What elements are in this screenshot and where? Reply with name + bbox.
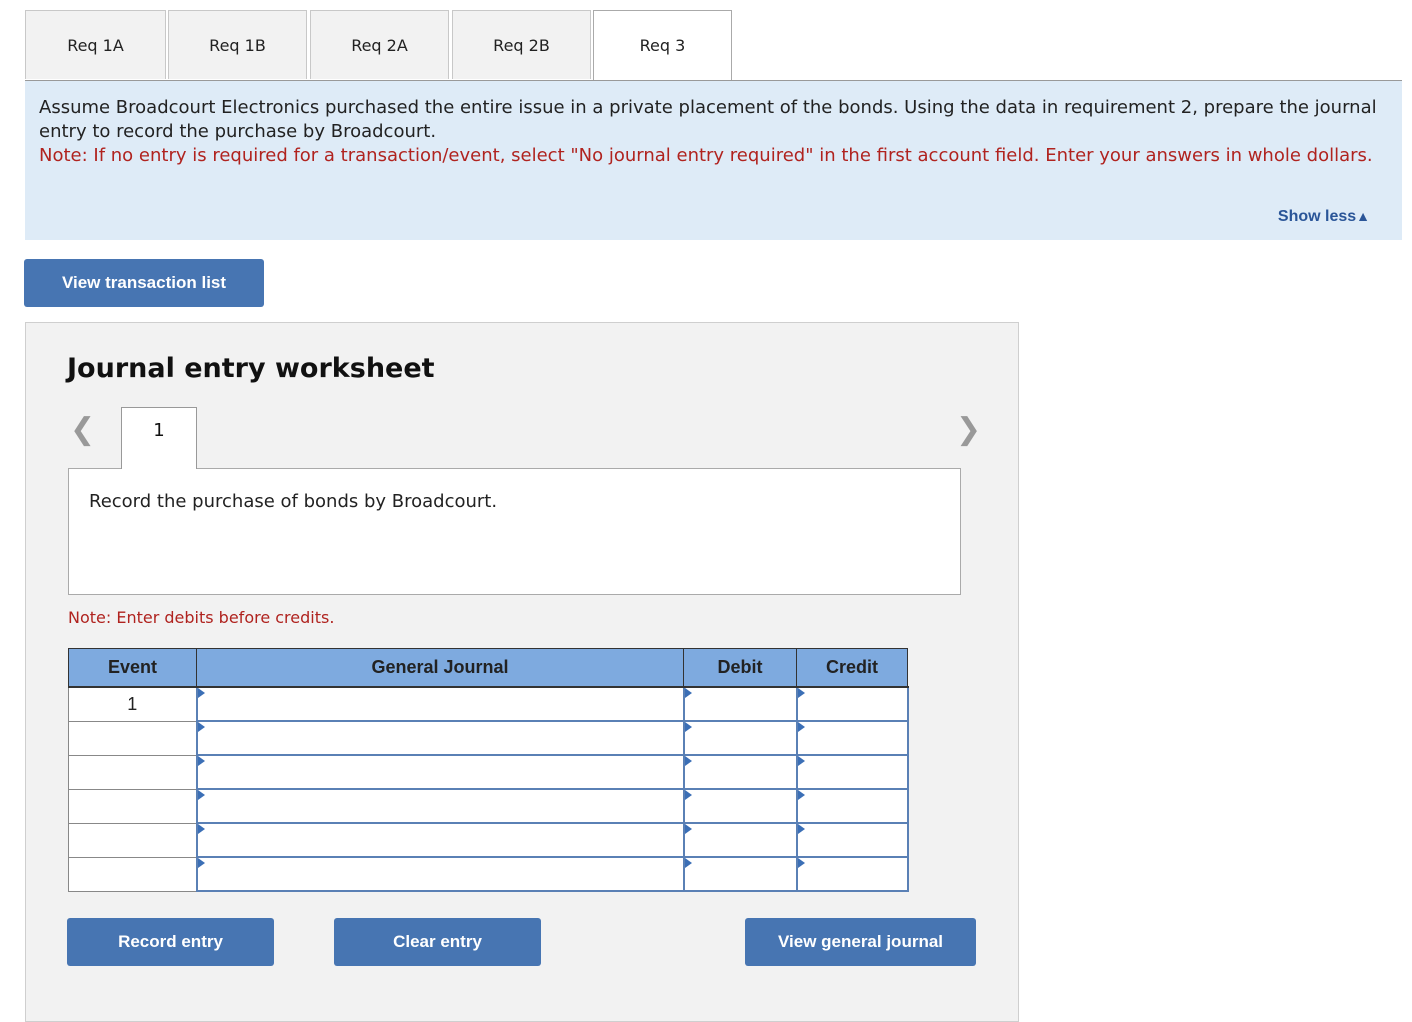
table-row: 1: [68, 686, 909, 722]
instructions-note: Note: If no entry is required for a tran…: [39, 145, 1373, 166]
record-entry-button[interactable]: Record entry: [67, 918, 274, 966]
table-header: Event General Journal Debit Credit: [68, 648, 908, 688]
entry-description: Record the purchase of bonds by Broadcou…: [68, 468, 961, 595]
credit-input[interactable]: [797, 790, 907, 822]
debit-cell: [682, 754, 798, 790]
debit-cell: [682, 686, 798, 722]
instructions-text: Assume Broadcourt Electronics purchased …: [39, 97, 1377, 142]
debit-input[interactable]: [684, 790, 796, 822]
event-cell: [68, 822, 197, 858]
debit-input[interactable]: [684, 824, 796, 856]
credit-cell: [795, 856, 909, 892]
table-row: [68, 754, 909, 790]
column-header-general-journal: General Journal: [196, 648, 684, 688]
chevron-left-icon[interactable]: ❮: [70, 415, 95, 445]
debits-note: Note: Enter debits before credits.: [68, 608, 335, 627]
tab-req-2b[interactable]: Req 2B: [452, 10, 591, 79]
credit-cell: [795, 788, 909, 824]
instructions-panel: Assume Broadcourt Electronics purchased …: [25, 81, 1402, 240]
table-row: [68, 856, 909, 892]
account-cell: [195, 822, 685, 858]
show-less-label: Show less: [1277, 208, 1357, 225]
account-input[interactable]: [197, 824, 683, 856]
debit-input[interactable]: [684, 858, 796, 890]
table-row: [68, 788, 909, 824]
credit-cell: [795, 754, 909, 790]
credit-input[interactable]: [797, 858, 907, 890]
view-transaction-list-button[interactable]: View transaction list: [24, 259, 264, 307]
entry-tab-1[interactable]: 1: [121, 407, 197, 469]
debit-input[interactable]: [684, 688, 796, 720]
chevron-right-icon[interactable]: ❯: [956, 415, 981, 445]
account-input[interactable]: [197, 790, 683, 822]
account-input[interactable]: [197, 858, 683, 890]
tab-req-1a[interactable]: Req 1A: [25, 10, 166, 79]
credit-input[interactable]: [797, 722, 907, 754]
tab-req-3[interactable]: Req 3: [593, 10, 732, 81]
event-cell: [68, 754, 197, 790]
account-cell: [195, 720, 685, 756]
tab-req-1b[interactable]: Req 1B: [168, 10, 307, 79]
account-cell: [195, 686, 685, 722]
debit-cell: [682, 788, 798, 824]
account-cell: [195, 788, 685, 824]
show-less-link[interactable]: Show less▲: [1278, 208, 1370, 226]
debit-cell: [682, 822, 798, 858]
account-input[interactable]: [197, 722, 683, 754]
debit-input[interactable]: [684, 756, 796, 788]
clear-entry-button[interactable]: Clear entry: [334, 918, 541, 966]
event-cell: [68, 720, 197, 756]
credit-cell: [795, 822, 909, 858]
triangle-up-icon: ▲: [1356, 208, 1370, 224]
credit-input[interactable]: [797, 756, 907, 788]
account-input[interactable]: [197, 756, 683, 788]
credit-cell: [795, 720, 909, 756]
credit-cell: [795, 686, 909, 722]
journal-table: Event General Journal Debit Credit 1: [68, 648, 909, 892]
table-row: [68, 720, 909, 756]
column-header-event: Event: [68, 648, 197, 688]
worksheet-title: Journal entry worksheet: [67, 353, 435, 384]
event-cell: [68, 856, 197, 892]
event-cell: [68, 788, 197, 824]
tab-req-2a[interactable]: Req 2A: [310, 10, 449, 79]
account-cell: [195, 754, 685, 790]
table-row: [68, 822, 909, 858]
event-cell: 1: [68, 686, 197, 722]
debit-cell: [682, 720, 798, 756]
journal-entry-worksheet: Journal entry worksheet ❮ ❯ 1 Record the…: [25, 322, 1019, 1022]
credit-input[interactable]: [797, 824, 907, 856]
entry-description-text: Record the purchase of bonds by Broadcou…: [89, 491, 498, 512]
column-header-debit: Debit: [683, 648, 797, 688]
debit-cell: [682, 856, 798, 892]
credit-input[interactable]: [797, 688, 907, 720]
account-cell: [195, 856, 685, 892]
view-general-journal-button[interactable]: View general journal: [745, 918, 976, 966]
debit-input[interactable]: [684, 722, 796, 754]
column-header-credit: Credit: [796, 648, 908, 688]
account-input[interactable]: [197, 688, 683, 720]
